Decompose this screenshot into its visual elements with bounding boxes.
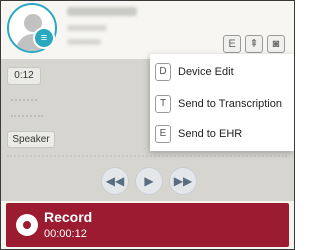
play-icon[interactable]: ▶: [135, 167, 163, 195]
patient-name-redacted: [67, 7, 137, 16]
menu-key-t: T: [155, 95, 171, 113]
speaker-button[interactable]: Speaker: [7, 131, 55, 148]
fast-forward-icon[interactable]: ▶▶: [169, 167, 197, 195]
notes-icon[interactable]: ≡: [33, 27, 55, 49]
menu-item-send-to-ehr[interactable]: E Send to EHR: [150, 118, 294, 150]
menu-key-d: D: [155, 63, 171, 81]
patient-detail-redacted-2: [67, 39, 101, 45]
menu-item-label: Device Edit: [178, 66, 234, 78]
camera-icon[interactable]: ◙: [267, 35, 285, 53]
actions-menu: D Device Edit T Send to Transcription E …: [150, 54, 294, 151]
menu-item-send-to-transcription[interactable]: T Send to Transcription: [150, 88, 294, 120]
record-icon: [16, 214, 38, 236]
record-button[interactable]: Record 00:00:12: [6, 203, 289, 247]
record-dot: [23, 221, 31, 229]
rewind-icon[interactable]: ◀◀: [101, 167, 129, 195]
menu-key-e: E: [155, 125, 171, 143]
menu-item-label: Send to Transcription: [178, 98, 282, 110]
menu-item-label: Send to EHR: [178, 128, 243, 140]
waveform-track: [7, 155, 287, 159]
record-elapsed: 00:00:12: [44, 228, 87, 240]
playback-time: 0:12: [7, 67, 41, 85]
playback-controls: ◀◀ ▶ ▶▶: [101, 167, 197, 195]
waveform-placeholder-2: [11, 115, 43, 119]
patient-header: ≡ E ⇞ ◙: [1, 1, 294, 59]
app-frame: ≡ E ⇞ ◙ 0:12 Speaker ◀◀ ▶ ▶▶ D Device Ed…: [0, 0, 295, 250]
header-actions: E ⇞ ◙: [223, 35, 285, 55]
menu-item-device-edit[interactable]: D Device Edit: [150, 56, 294, 88]
ehr-icon[interactable]: E: [223, 35, 241, 53]
patient-detail-redacted: [67, 25, 107, 31]
pin-icon[interactable]: ⇞: [245, 35, 263, 53]
waveform-placeholder: [11, 99, 37, 103]
record-title: Record: [44, 209, 93, 225]
